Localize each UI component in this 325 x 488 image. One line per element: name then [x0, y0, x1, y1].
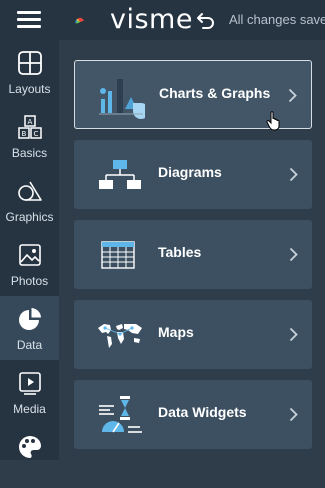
chevron-right-icon	[289, 327, 298, 342]
category-label: Tables	[158, 244, 202, 260]
logo-wordmark: visme	[110, 4, 193, 35]
svg-text:A: A	[27, 118, 32, 126]
layouts-icon	[17, 51, 42, 75]
category-label: Diagrams	[158, 164, 222, 180]
chevron-right-icon	[289, 167, 298, 182]
data-pie-icon	[18, 308, 41, 330]
category-label: Maps	[158, 324, 194, 340]
data-widgets-icon	[99, 396, 142, 433]
chevron-right-icon	[289, 247, 298, 262]
hamburger-menu-icon[interactable]	[17, 11, 41, 29]
sidebar-item-label: Photos	[10, 274, 49, 288]
category-card-diagrams[interactable]: Diagrams	[74, 140, 312, 209]
category-label: Charts & Graphs	[159, 85, 271, 101]
world-map-icon	[98, 324, 142, 348]
sidebar-item-data[interactable]: Data	[0, 296, 59, 360]
palette-icon	[18, 436, 41, 458]
media-icon	[18, 372, 41, 395]
left-sidebar: Layouts A B C Basics Graphics Photos Dat…	[0, 40, 59, 460]
sidebar-item-label: Basics	[11, 146, 48, 160]
category-label: Data Widgets	[158, 404, 247, 420]
sidebar-item-basics[interactable]: A B C Basics	[0, 104, 59, 168]
table-icon	[101, 241, 135, 269]
graphics-icon	[17, 181, 42, 201]
photos-icon	[18, 244, 41, 266]
chevron-right-icon	[289, 407, 298, 422]
sidebar-item-graphics[interactable]: Graphics	[0, 168, 59, 232]
category-card-maps[interactable]: Maps	[74, 300, 312, 369]
hand-pointer-cursor-icon	[266, 111, 280, 131]
undo-icon[interactable]	[196, 9, 216, 29]
sidebar-item-photos[interactable]: Photos	[0, 232, 59, 296]
category-card-tables[interactable]: Tables	[74, 220, 312, 289]
category-card-data-widgets[interactable]: Data Widgets	[74, 380, 312, 449]
save-status-text: All changes saved	[229, 12, 325, 27]
sidebar-item-label: Layouts	[8, 82, 51, 96]
sidebar-item-label: Data	[16, 338, 43, 352]
chevron-right-icon	[288, 88, 297, 103]
sidebar-item-layouts[interactable]: Layouts	[0, 40, 59, 104]
sidebar-item-media[interactable]: Media	[0, 360, 59, 424]
sidebar-item-label: Graphics	[5, 210, 54, 224]
charts-graphs-icon	[99, 79, 145, 119]
svg-text:C: C	[33, 130, 38, 138]
visme-logo-icon[interactable]	[73, 6, 109, 36]
basics-icon: A B C	[17, 115, 42, 139]
data-categories-panel: Charts & Graphs Diagrams Tables Maps Dat…	[59, 40, 325, 460]
diagram-icon	[99, 160, 141, 189]
svg-text:B: B	[21, 130, 26, 138]
sidebar-item-palette[interactable]	[0, 424, 59, 488]
top-bar: visme All changes saved	[0, 0, 325, 40]
sidebar-item-label: Media	[13, 402, 46, 416]
